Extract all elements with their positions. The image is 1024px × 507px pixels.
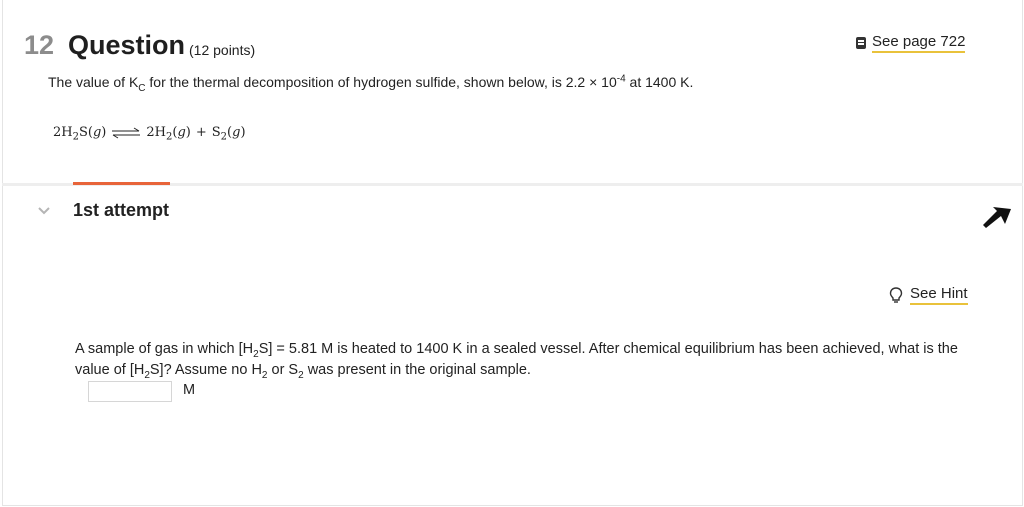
question-number: 12 <box>24 30 55 60</box>
question-points: (12 points) <box>189 42 256 58</box>
see-hint-label: See Hint <box>910 285 968 305</box>
chemical-equation: 2H2S(g) 2H2(g) + S2(g) <box>53 125 246 143</box>
attempt-tab-indicator <box>73 182 170 185</box>
see-page-label: See page 722 <box>872 33 966 53</box>
chevron-down-icon[interactable] <box>37 206 51 216</box>
see-hint-link[interactable]: See Hint <box>889 285 968 305</box>
equilibrium-arrow-icon <box>112 127 141 138</box>
lightbulb-icon <box>889 286 903 303</box>
answer-unit: M <box>183 382 196 398</box>
answer-input[interactable] <box>88 381 172 402</box>
question-prompt: The value of KC for the thermal decompos… <box>48 73 694 94</box>
attempt-label[interactable]: 1st attempt <box>73 200 169 221</box>
book-icon <box>856 37 866 49</box>
pointer-arrow-icon <box>983 207 1011 228</box>
see-page-link[interactable]: See page 722 <box>856 33 966 53</box>
sub-question-text: A sample of gas in which [H2S] = 5.81 M … <box>75 341 958 381</box>
question-title: Question <box>68 30 186 60</box>
